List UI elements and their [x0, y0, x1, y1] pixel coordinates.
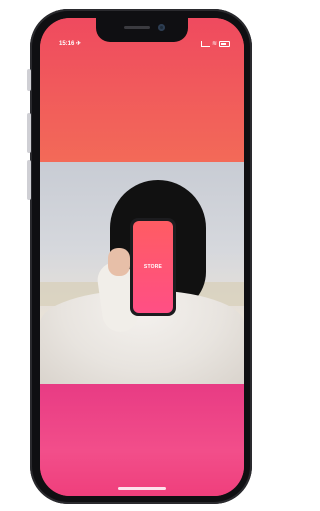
bottom-gradient-panel	[40, 384, 244, 496]
person-hand	[108, 248, 130, 276]
wifi-icon: ≋	[211, 41, 217, 47]
held-phone-screen: STORE	[133, 221, 173, 313]
status-time: 15:16 ✈	[59, 41, 82, 47]
signal-icon	[200, 40, 210, 47]
earpiece-speaker	[124, 26, 150, 29]
notch	[96, 18, 188, 42]
status-icons: ≋	[200, 40, 230, 47]
phone-screen: 15:16 ✈ ≋ STORE	[40, 18, 244, 496]
held-phone: STORE	[130, 218, 176, 316]
mute-switch	[27, 69, 31, 91]
battery-icon	[219, 40, 230, 47]
home-indicator[interactable]	[118, 487, 166, 490]
photo-section: STORE	[40, 162, 244, 384]
volume-down-button	[27, 160, 31, 200]
volume-up-button	[27, 113, 31, 153]
front-camera	[158, 24, 165, 31]
held-phone-label: STORE	[143, 264, 163, 270]
